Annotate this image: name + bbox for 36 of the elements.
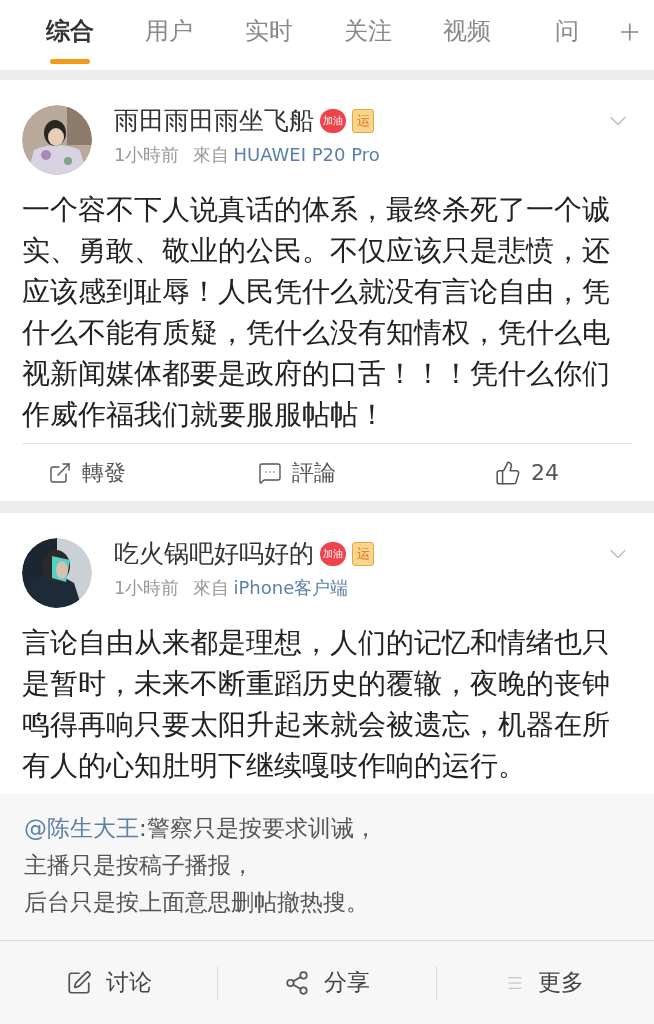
heart-badge: 加油 [320, 542, 346, 566]
heart-badge: 加油 [320, 109, 346, 133]
tab[interactable]: 综合 [20, 0, 120, 70]
source-label: 來自 [193, 576, 230, 600]
tab[interactable]: 关注 [318, 0, 418, 70]
post-time: 1小時前 [114, 143, 180, 167]
share-icon [284, 969, 310, 996]
repost-button[interactable]: 轉發 [0, 456, 192, 489]
level-badge: 运 [352, 109, 374, 133]
user-name[interactable]: 雨田雨田雨坐飞船 [114, 105, 314, 137]
repost-icon [48, 460, 72, 485]
comment-icon [258, 460, 282, 485]
quote-text: @陈生大王:警察只是按要求训诫， [24, 814, 378, 843]
tab-indicator [49, 59, 90, 64]
like-button[interactable]: 24 [422, 456, 632, 489]
source-link[interactable]: HUAWEI P20 Pro [233, 143, 380, 167]
edit-icon [65, 969, 92, 996]
source-label: 來自 [193, 143, 230, 167]
quote-text: 主播只是按稿子播报， [24, 851, 255, 880]
post-text: 言论自由从来都是理想，人们的记忆和情绪也只是暂时，未来不断重蹈历史的覆辙，夜晚的丧钟鸣得再响只要太阳升起来就会被遗忘，机器在所有人的心知肚明下继续嘎吱作响的运行。 [21, 625, 611, 783]
more-button[interactable]: 更多 [436, 965, 654, 1000]
level-badge: 运 [352, 542, 374, 566]
share-button[interactable]: 分享 [218, 965, 436, 1000]
post-text: 一个容不下人说真话的体系，最终杀死了一个诚实、勇敢、敬业的公民。不仅应该只是悲愤，还应该感到耻辱！人民凭什么就没有言论自由，凭什么不能有质疑，凭什么没有知情权，凭什么电视新闻媒体都要是政府的口舌！！！凭什么你们作威作福我们就要服服帖帖！ [21, 192, 611, 432]
comment-button[interactable]: 評論 [192, 456, 402, 489]
tab[interactable]: 问 [517, 0, 617, 70]
quote-text: 后台只是按上面意思删帖撤热搜。 [24, 888, 370, 917]
thumbs-up-icon [495, 459, 521, 486]
tab[interactable]: 用户 [119, 0, 219, 70]
tab[interactable]: 视频 [417, 0, 518, 70]
tab[interactable]: 实时 [218, 0, 319, 70]
source-link[interactable]: iPhone客户端 [233, 576, 349, 600]
discuss-button[interactable]: 讨论 [0, 965, 218, 1000]
user-name[interactable]: 吃火锅吧好吗好的 [114, 538, 314, 570]
mention-link[interactable]: @陈生大王 [24, 815, 139, 841]
post-time: 1小時前 [114, 576, 180, 600]
